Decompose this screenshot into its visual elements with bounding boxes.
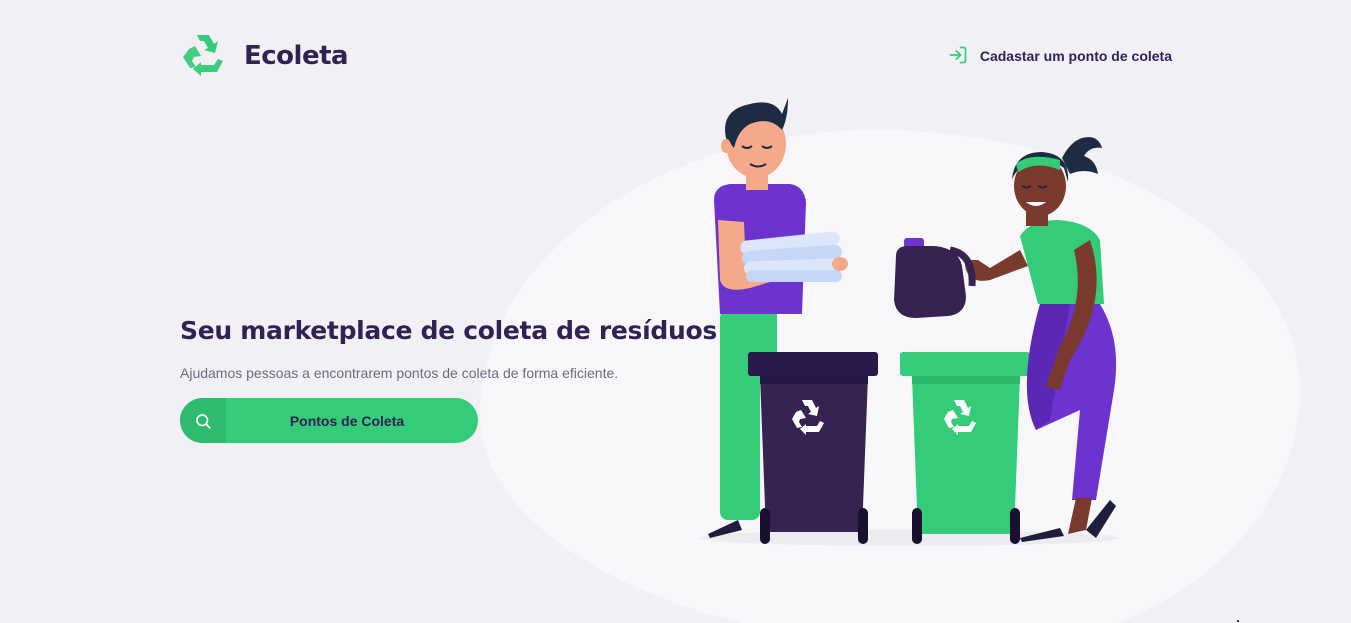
collection-points-label: Pontos de Coleta: [289, 412, 405, 429]
register-collection-point-link[interactable]: Cadastar um ponto de coleta: [948, 45, 1172, 68]
cursor-mark: [1237, 620, 1239, 622]
search-icon: [180, 398, 226, 443]
page-title: Seu marketplace de coleta de resíduos: [180, 316, 717, 345]
collection-points-button[interactable]: Pontos de Coleta: [180, 398, 478, 443]
brand-logo[interactable]: Ecoleta: [180, 31, 349, 82]
brand-name: Ecoleta: [244, 41, 349, 71]
hero-description: Ajudamos pessoas a encontrarem pontos de…: [180, 365, 619, 381]
site-header: Ecoleta Cadastar um ponto de coleta: [180, 32, 1172, 80]
recycling-illustration: [690, 90, 1130, 550]
register-link-label: Cadastar um ponto de coleta: [979, 48, 1172, 64]
recycle-icon: [180, 31, 226, 82]
hero-section: Seu marketplace de coleta de resíduos Aj…: [180, 316, 717, 443]
log-in-icon: [948, 45, 980, 68]
